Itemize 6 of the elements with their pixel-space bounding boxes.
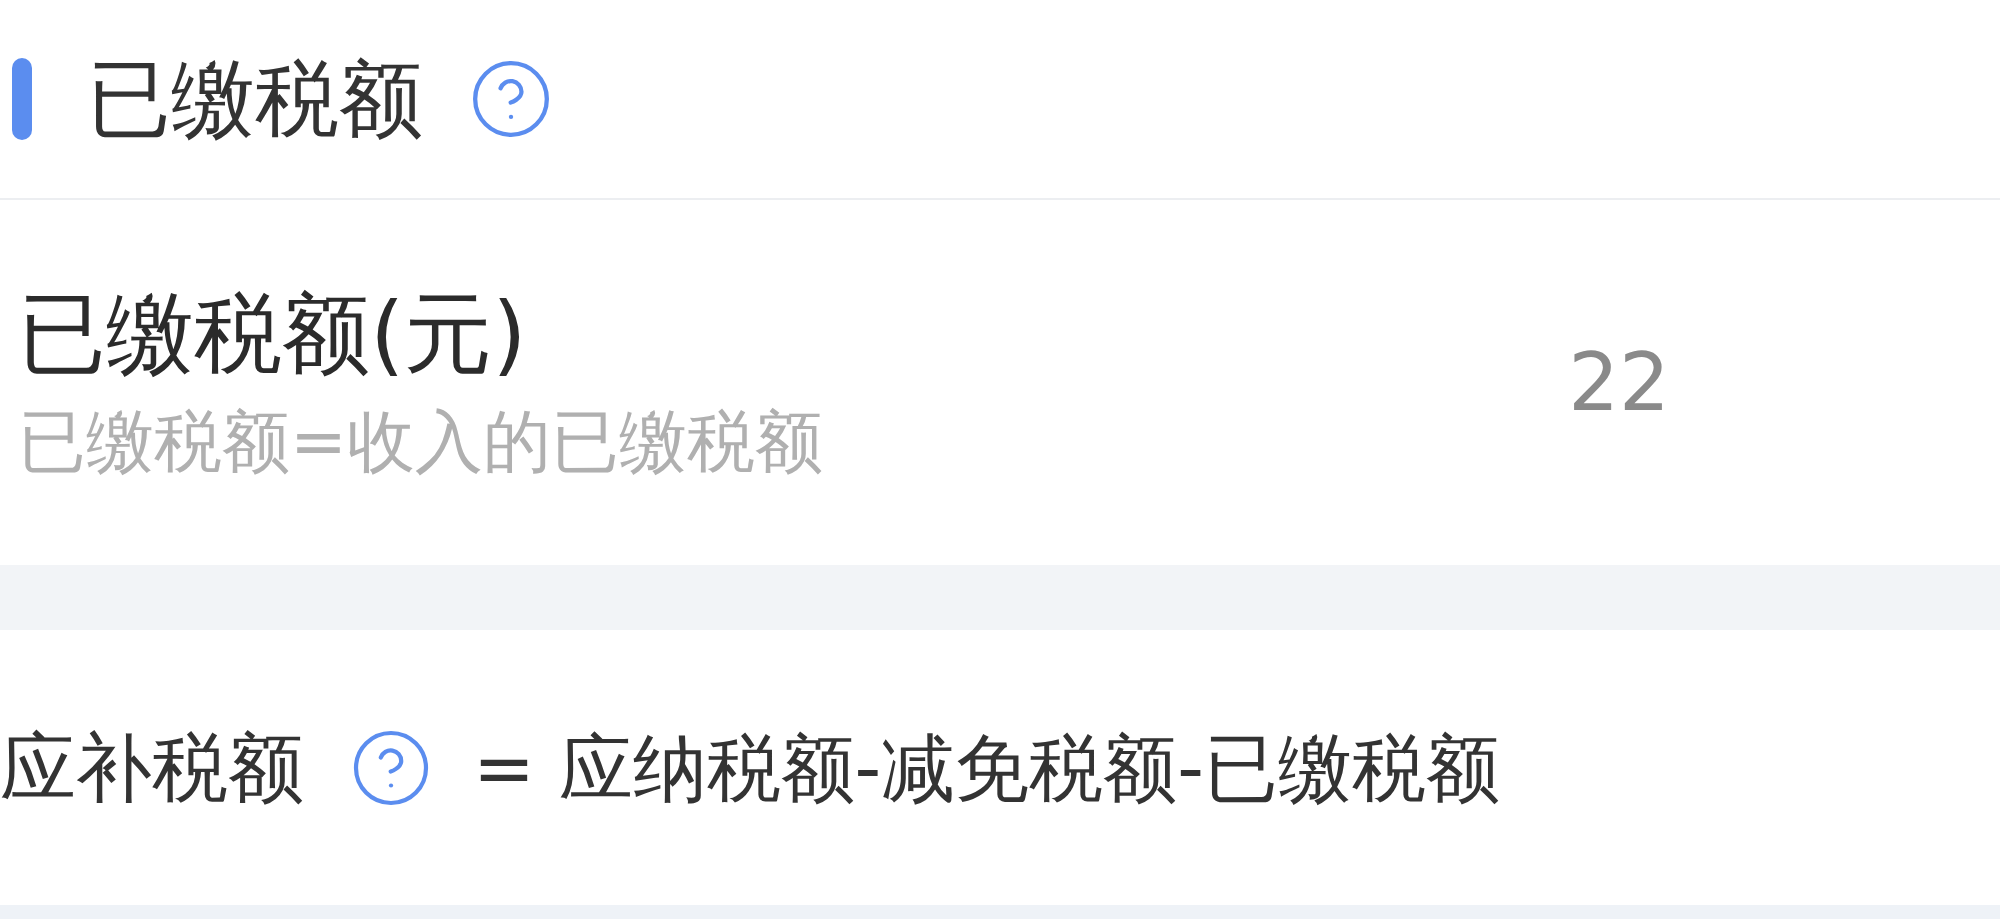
formula-expression: = 应纳税额-减免税额-已缴税额 [473,730,1500,805]
field-label: 已缴税额(元) [18,289,528,378]
field-description: 已缴税额=收入的已缴税额 [18,407,823,476]
amount-value: 22 [1568,342,1670,423]
formula-label: 应补税额 [0,729,304,806]
section-title: 已缴税额 [87,57,423,141]
